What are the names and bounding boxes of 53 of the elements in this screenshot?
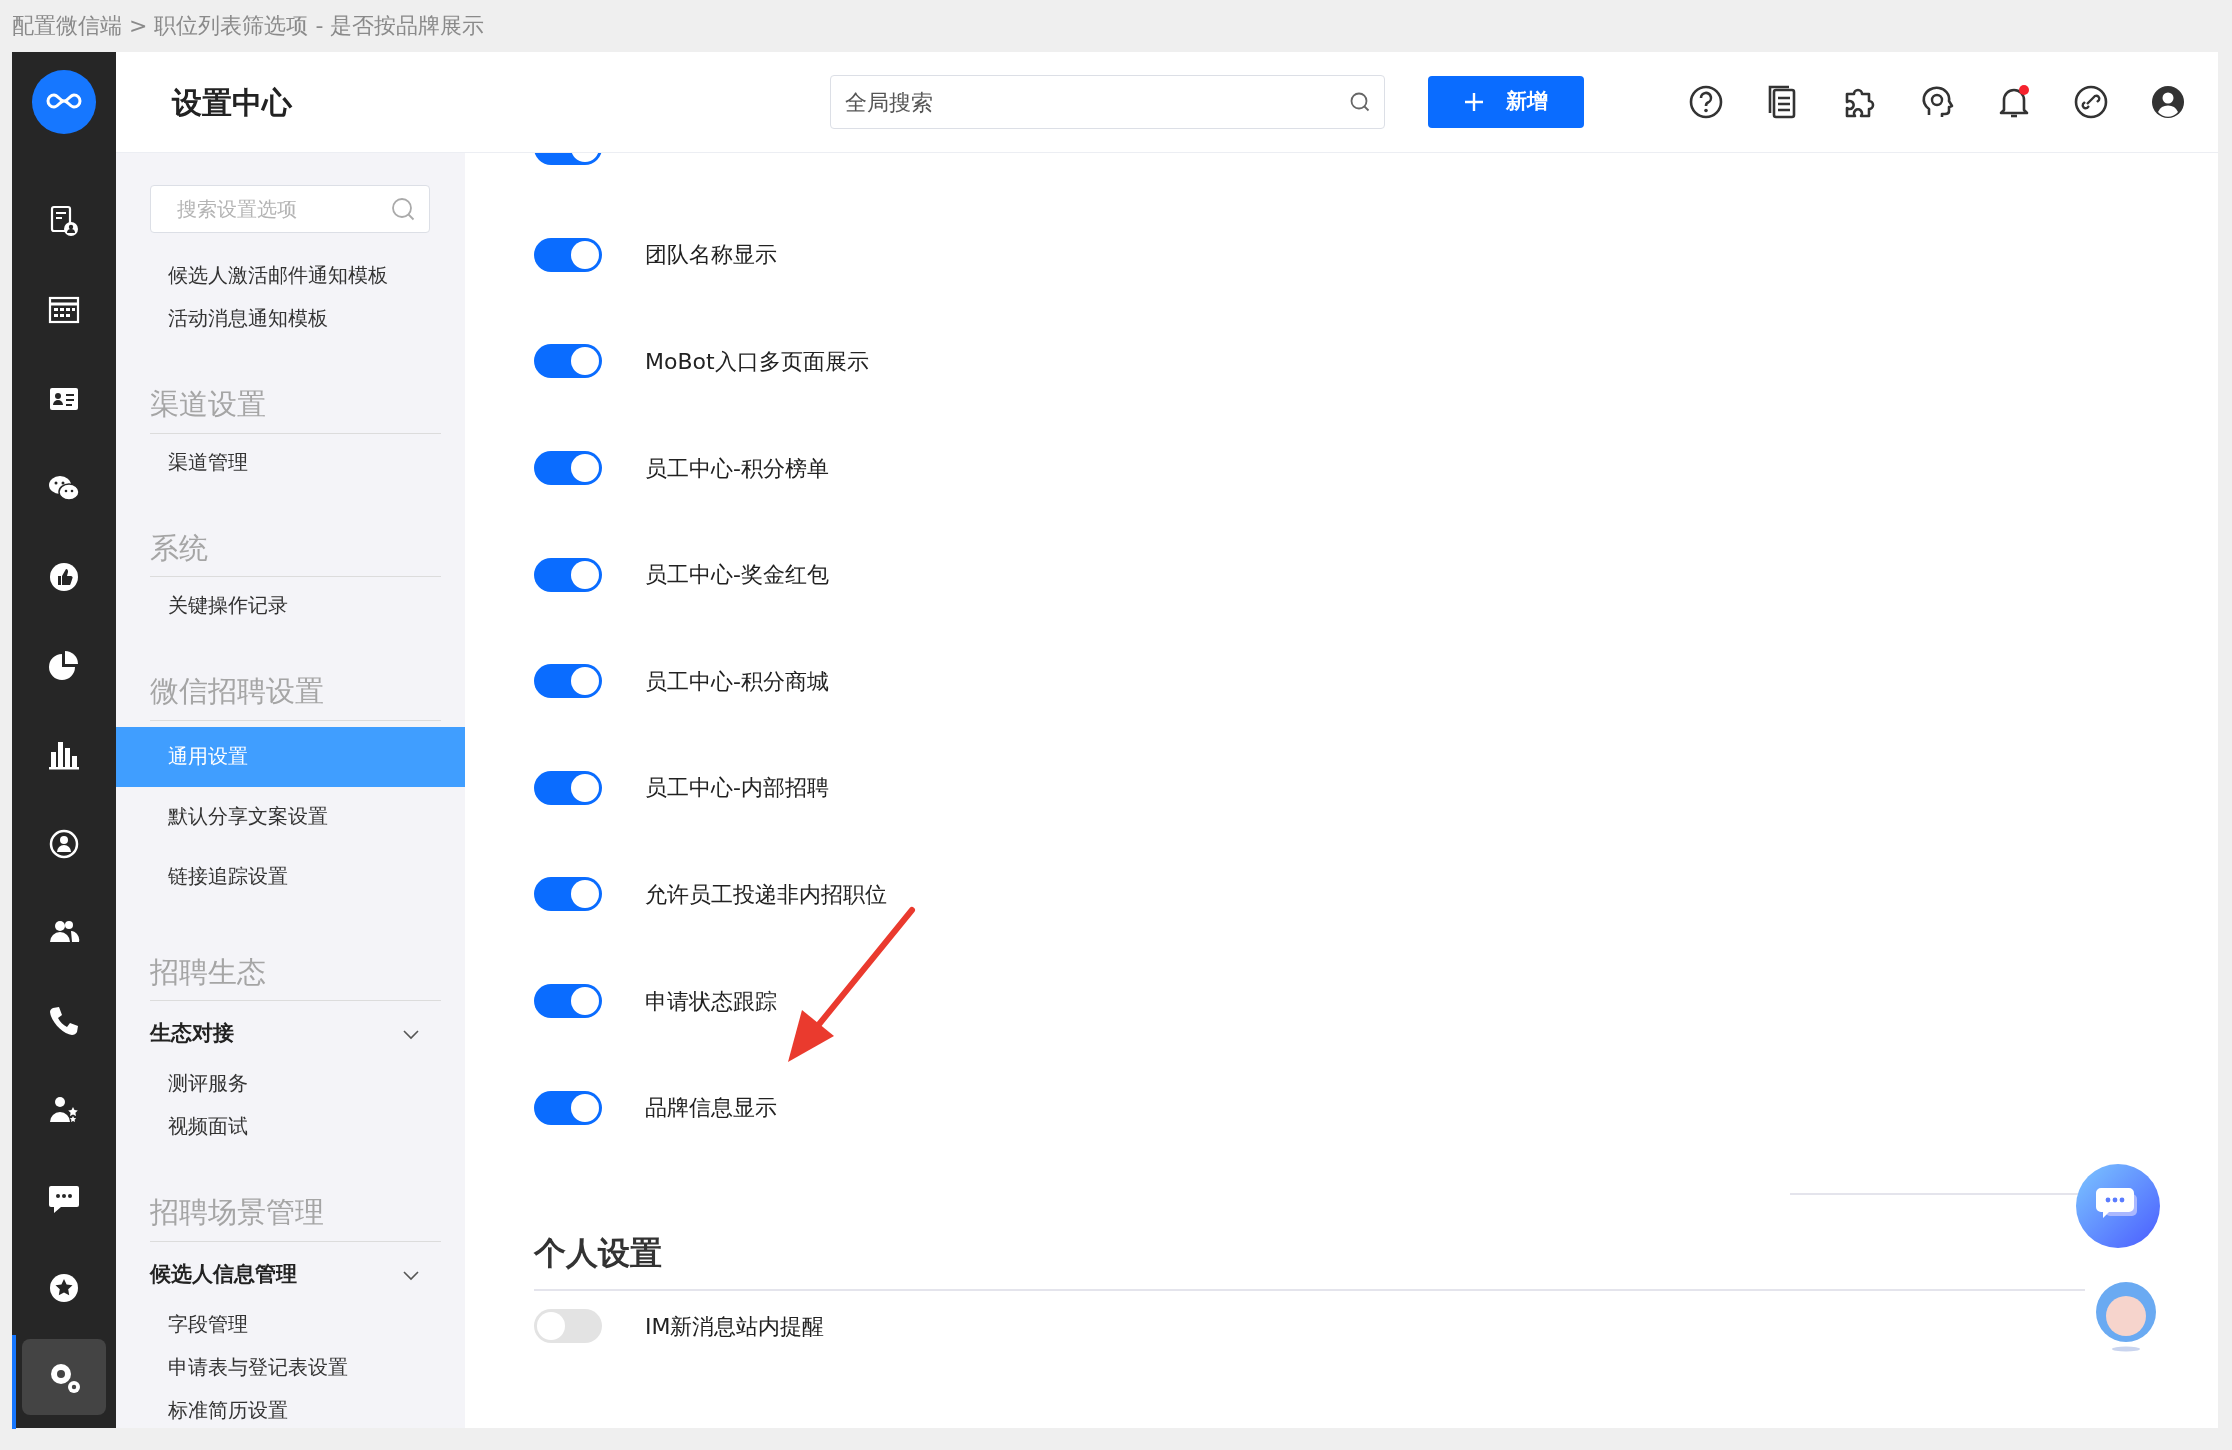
page-caption: 配置微信端 > 职位列表筛选项 - 是否按品牌展示 bbox=[11, 12, 486, 40]
setting-label: 员工中心-奖金红包 bbox=[645, 561, 829, 590]
setting-label: 品牌信息显示 bbox=[645, 1094, 777, 1123]
help-icon[interactable] bbox=[1688, 84, 1724, 120]
new-button[interactable]: 新增 bbox=[1428, 76, 1584, 128]
setting-label: 员工中心-积分商城 bbox=[645, 667, 829, 696]
rail-button[interactable] bbox=[22, 1339, 106, 1415]
setting-label: 团队名称显示 bbox=[645, 241, 777, 270]
nav-section-heading: 招聘生态 bbox=[150, 950, 441, 1001]
nav-item[interactable]: 视频面试 bbox=[116, 1104, 465, 1147]
plus-icon bbox=[1464, 92, 1484, 112]
link-icon[interactable] bbox=[2073, 84, 2109, 120]
toggle-switch[interactable] bbox=[534, 451, 602, 486]
page-title: 设置中心 bbox=[172, 83, 293, 122]
nav-section-heading: 系统 bbox=[150, 526, 441, 577]
nav-item[interactable]: 关键操作记录 bbox=[116, 583, 465, 626]
toggle-switch[interactable] bbox=[534, 877, 602, 912]
toggle-switch[interactable] bbox=[534, 770, 602, 805]
toggle-switch[interactable] bbox=[534, 1309, 602, 1344]
nav-item[interactable]: 字段管理 bbox=[116, 1301, 465, 1345]
nav-group-toggle[interactable]: 候选人信息管理 bbox=[150, 1247, 430, 1302]
setting-label: MoBot入口多页面展示 bbox=[645, 348, 869, 376]
settings-search-field[interactable]: 搜索设置选项 bbox=[150, 185, 430, 233]
user-avatar-icon[interactable] bbox=[2150, 84, 2186, 120]
search-icon bbox=[390, 196, 416, 222]
setting-label: 员工中心-积分榜单 bbox=[645, 454, 829, 483]
toggle-switch[interactable] bbox=[534, 664, 602, 699]
nav-item[interactable]: 默认分享文案设置 bbox=[116, 786, 465, 847]
nav-section-heading: 招聘场景管理 bbox=[150, 1191, 441, 1242]
global-search-field[interactable]: 全局搜索 bbox=[830, 75, 1385, 129]
nav-item[interactable]: 链接追踪设置 bbox=[116, 846, 465, 907]
nav-section-heading: 渠道设置 bbox=[150, 383, 441, 434]
nav-item[interactable]: 申请表与登记表设置 bbox=[116, 1344, 465, 1388]
setting-label: 员工中心-内部招聘 bbox=[645, 774, 829, 803]
section-heading: 个人设置 bbox=[534, 1228, 2085, 1291]
nav-section-heading: 微信招聘设置 bbox=[150, 670, 441, 721]
nav-item[interactable]: 活动消息通知模板 bbox=[116, 296, 465, 339]
search-icon bbox=[1349, 91, 1371, 113]
toggle-switch[interactable] bbox=[534, 557, 602, 592]
toggle-switch[interactable] bbox=[534, 984, 602, 1019]
nav-group-toggle[interactable]: 生态对接 bbox=[150, 1007, 430, 1061]
setting-label: 允许员工投递非内招职位 bbox=[645, 880, 887, 909]
head-icon[interactable] bbox=[1919, 84, 1955, 120]
nav-item[interactable]: 标准简历设置 bbox=[116, 1387, 465, 1428]
toggle-switch[interactable] bbox=[534, 1090, 602, 1125]
nav-item[interactable]: 渠道管理 bbox=[116, 439, 465, 483]
nav-item[interactable]: 候选人激活邮件通知模板 bbox=[116, 253, 465, 296]
toggle-switch[interactable] bbox=[534, 344, 602, 379]
pie-chart-icon bbox=[47, 648, 81, 683]
setting-label: 申请状态跟踪 bbox=[645, 987, 777, 1016]
toggle-switch[interactable] bbox=[534, 237, 602, 272]
nav-item[interactable]: 测评服务 bbox=[116, 1061, 465, 1104]
setting-label: IM新消息站内提醒 bbox=[645, 1312, 825, 1341]
